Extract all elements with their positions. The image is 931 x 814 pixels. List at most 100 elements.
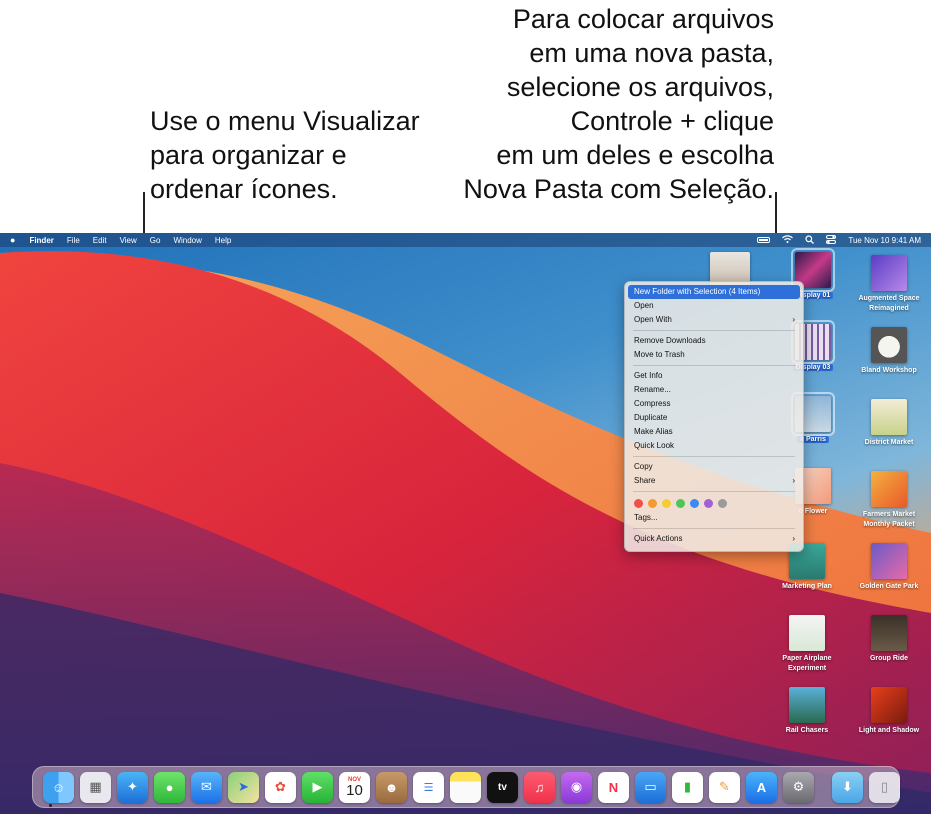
photos-icon[interactable]: ✿ bbox=[265, 771, 296, 803]
desktop-file-rail-chasers[interactable]: Rail Chasers bbox=[767, 687, 847, 736]
tag-yellow-dot[interactable] bbox=[662, 498, 671, 508]
menu-item-new-folder-with-selection[interactable]: New Folder with Selection (4 Items) bbox=[628, 285, 800, 299]
app-store-icon[interactable]: A bbox=[746, 771, 777, 803]
menu-item-open-with[interactable]: Open With › bbox=[625, 313, 803, 327]
menu-view[interactable]: View bbox=[120, 236, 137, 245]
file-thumbnail bbox=[871, 615, 907, 651]
menu-item-move-to-trash[interactable]: Move to Trash bbox=[625, 348, 803, 362]
spotlight-search-icon[interactable] bbox=[805, 234, 815, 246]
desktop-file-district-market[interactable]: District Market bbox=[849, 399, 929, 448]
wifi-icon[interactable] bbox=[782, 235, 794, 245]
file-thumbnail bbox=[789, 615, 825, 651]
facetime-icon[interactable]: ▶ bbox=[302, 771, 333, 803]
desktop-file-augmented-space[interactable]: Augmented Space Reimagined bbox=[849, 255, 929, 314]
menu-item-open[interactable]: Open bbox=[625, 299, 803, 313]
file-label: Group Ride bbox=[869, 655, 909, 662]
reminders-icon[interactable]: ☰ bbox=[413, 771, 444, 803]
file-label: Paper Airplane Experiment bbox=[782, 655, 832, 672]
clock[interactable]: Tue Nov 10 9:41 AM bbox=[848, 236, 921, 245]
battery-icon[interactable] bbox=[757, 237, 771, 243]
podcasts-icon[interactable]: ◉ bbox=[561, 771, 592, 803]
downloads-folder-icon[interactable]: ⬇ bbox=[832, 771, 863, 803]
menu-item-remove-downloads[interactable]: Remove Downloads bbox=[625, 334, 803, 348]
menu-item-duplicate[interactable]: Duplicate bbox=[625, 411, 803, 425]
mail-icon[interactable]: ✉ bbox=[191, 771, 222, 803]
menu-item-get-info[interactable]: Get Info bbox=[625, 369, 803, 383]
menu-bar-status-area: Tue Nov 10 9:41 AM bbox=[757, 234, 921, 246]
desktop-file-group-ride[interactable]: Group Ride bbox=[849, 615, 929, 664]
menu-separator bbox=[633, 456, 795, 457]
pages-icon[interactable]: ✎ bbox=[709, 771, 740, 803]
file-label: Golden Gate Park bbox=[859, 583, 919, 590]
news-icon[interactable]: N bbox=[598, 771, 629, 803]
menu-help[interactable]: Help bbox=[215, 236, 231, 245]
tag-red-dot[interactable] bbox=[634, 498, 643, 508]
menu-separator bbox=[633, 491, 795, 492]
file-thumbnail bbox=[871, 327, 907, 363]
menu-item-label: Share bbox=[634, 476, 656, 485]
chevron-right-icon: › bbox=[792, 534, 795, 543]
file-thumbnail bbox=[871, 255, 907, 291]
keynote-icon[interactable]: ▭ bbox=[635, 771, 666, 803]
file-thumbnail bbox=[871, 543, 907, 579]
desktop-file-paper-airplane[interactable]: Paper Airplane Experiment bbox=[767, 615, 847, 674]
menu-item-tags[interactable]: Tags... bbox=[625, 511, 803, 525]
apple-tv-icon[interactable]: tv bbox=[487, 771, 518, 803]
dock: ☺ ▦ ✦ ● ✉ ➤ ✿ ▶ NOV 10 ☻ ☰ tv ♫ ◉ N ▭ ▮ … bbox=[32, 766, 900, 808]
numbers-icon[interactable]: ▮ bbox=[672, 771, 703, 803]
menu-go[interactable]: Go bbox=[150, 236, 161, 245]
notes-icon[interactable] bbox=[450, 771, 481, 803]
finder-running-indicator bbox=[49, 804, 52, 807]
tv-label: tv bbox=[498, 781, 507, 793]
file-thumbnail bbox=[871, 471, 907, 507]
tag-purple-dot[interactable] bbox=[704, 498, 713, 508]
menu-window[interactable]: Window bbox=[173, 236, 201, 245]
callout-view-menu: Use o menu Visualizar para organizar e o… bbox=[150, 106, 420, 204]
file-label: Bland Workshop bbox=[861, 367, 917, 374]
menu-item-label: Quick Actions bbox=[634, 534, 683, 543]
tag-green-dot[interactable] bbox=[676, 498, 685, 508]
menu-edit[interactable]: Edit bbox=[93, 236, 107, 245]
tag-gray-dot[interactable] bbox=[718, 498, 727, 508]
menu-item-quick-look[interactable]: Quick Look bbox=[625, 439, 803, 453]
menu-item-quick-actions[interactable]: Quick Actions › bbox=[625, 532, 803, 546]
calendar-icon[interactable]: NOV 10 bbox=[339, 771, 370, 803]
finder-icon[interactable]: ☺ bbox=[43, 771, 74, 803]
desktop-file-light-and-shadow[interactable]: Light and Shadow bbox=[849, 687, 929, 736]
menu-item-copy[interactable]: Copy bbox=[625, 460, 803, 474]
file-label: District Market bbox=[864, 439, 914, 446]
control-center-icon[interactable] bbox=[826, 234, 837, 246]
apple-logo-icon[interactable]: ● bbox=[10, 235, 15, 245]
launchpad-icon[interactable]: ▦ bbox=[80, 771, 111, 803]
callout-new-folder: Para colocar arquivos em uma nova pasta,… bbox=[463, 4, 774, 204]
contacts-icon[interactable]: ☻ bbox=[376, 771, 407, 803]
tag-orange-dot[interactable] bbox=[648, 498, 657, 508]
desktop-file-golden-gate-park[interactable]: Golden Gate Park bbox=[849, 543, 929, 592]
trash-icon[interactable]: ▯ bbox=[869, 771, 900, 803]
desktop-file-bland-workshop[interactable]: Bland Workshop bbox=[849, 327, 929, 376]
file-label: Light and Shadow bbox=[858, 727, 920, 734]
messages-icon[interactable]: ● bbox=[154, 771, 185, 803]
menu-item-make-alias[interactable]: Make Alias bbox=[625, 425, 803, 439]
maps-icon[interactable]: ➤ bbox=[228, 771, 259, 803]
file-thumbnail bbox=[871, 399, 907, 435]
safari-icon[interactable]: ✦ bbox=[117, 771, 148, 803]
tag-blue-dot[interactable] bbox=[690, 498, 699, 508]
menu-item-share[interactable]: Share › bbox=[625, 474, 803, 488]
menu-item-label: Open With bbox=[634, 315, 672, 324]
menu-separator bbox=[633, 330, 795, 331]
menu-item-compress[interactable]: Compress bbox=[625, 397, 803, 411]
menu-file[interactable]: File bbox=[67, 236, 80, 245]
system-preferences-icon[interactable]: ⚙ bbox=[783, 771, 814, 803]
file-label: Marketing Plan bbox=[782, 583, 832, 590]
menu-bar: ● Finder File Edit View Go Window Help T… bbox=[0, 233, 931, 247]
menu-finder[interactable]: Finder bbox=[29, 236, 53, 245]
menu-separator bbox=[633, 365, 795, 366]
file-label: Farmers Market Monthly Packet bbox=[862, 511, 916, 528]
music-icon[interactable]: ♫ bbox=[524, 771, 555, 803]
tag-color-picker bbox=[625, 495, 803, 511]
menu-item-rename[interactable]: Rename... bbox=[625, 383, 803, 397]
desktop-file-farmers-market[interactable]: Farmers Market Monthly Packet bbox=[849, 471, 929, 530]
context-menu: New Folder with Selection (4 Items) Open… bbox=[624, 281, 804, 552]
calendar-day: 10 bbox=[346, 781, 363, 799]
